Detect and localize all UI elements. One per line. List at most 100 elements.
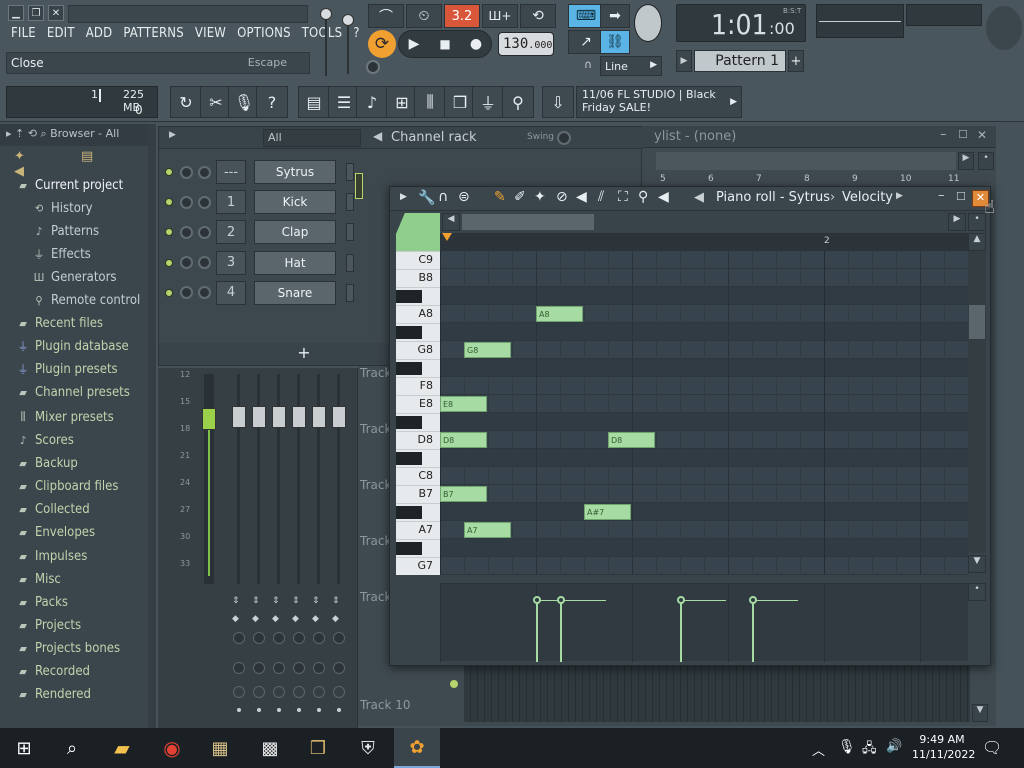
- channel-volume-knob[interactable]: [198, 256, 211, 270]
- playback-tool-icon[interactable]: ◀: [658, 189, 669, 205]
- channel-volume-knob[interactable]: [198, 165, 211, 179]
- note-block[interactable]: A7: [464, 522, 511, 538]
- channel-name-button[interactable]: Sytrus: [254, 160, 336, 184]
- calculator-icon[interactable]: ▩: [250, 728, 290, 768]
- mixer-fader[interactable]: [292, 406, 306, 428]
- channel-row[interactable]: 3 Hat: [165, 250, 354, 276]
- playlist-close-icon[interactable]: ✕: [977, 128, 987, 142]
- windows-start-icon[interactable]: ⊞: [4, 728, 44, 768]
- browser-item[interactable]: ▰ Impulses: [0, 545, 156, 567]
- browser-nav-icon[interactable]: ▸ ⇡ ⟲ ⌕: [6, 127, 50, 140]
- channel-volume-knob[interactable]: [198, 286, 211, 300]
- channel-select-button[interactable]: [346, 223, 354, 242]
- piano-keyboard[interactable]: C9 B8 A8 G8 F8 E8 D8 C8 B7 A7 G7: [396, 251, 440, 575]
- mixer-link-icon[interactable]: ◆: [312, 614, 326, 624]
- channel-select-button[interactable]: [346, 283, 354, 302]
- minimize-icon[interactable]: ▁: [8, 5, 24, 21]
- mixer-pan-knob[interactable]: [253, 632, 265, 644]
- channel-mixer-track[interactable]: ---: [216, 160, 246, 184]
- browser-item[interactable]: ⫼ Mixer presets: [0, 406, 156, 428]
- playlist-zoom-icon[interactable]: •: [978, 152, 994, 170]
- mixer-pan-knob[interactable]: [313, 632, 325, 644]
- track-label[interactable]: Track: [360, 534, 391, 548]
- channel-row[interactable]: 4 Snare: [165, 280, 354, 306]
- browser-item[interactable]: ▰ Recent files: [0, 312, 156, 334]
- stop-icon[interactable]: ■: [431, 31, 459, 57]
- channel-name-button[interactable]: Clap: [254, 220, 336, 245]
- restore-icon[interactable]: ❐: [28, 5, 44, 21]
- channel-select-button[interactable]: [346, 253, 354, 272]
- piano-roll-minimize-icon[interactable]: –: [938, 188, 945, 203]
- channel-led-icon[interactable]: [165, 198, 173, 207]
- pencil-tool-icon[interactable]: ✎: [494, 189, 506, 205]
- play-icon[interactable]: ▶: [400, 31, 428, 57]
- channel-row[interactable]: --- Sytrus: [165, 159, 354, 185]
- movie-maker-icon[interactable]: ▦: [200, 728, 240, 768]
- mixer-rec-icon[interactable]: [313, 686, 325, 698]
- browser-item[interactable]: ⟲ History: [0, 197, 156, 219]
- mixer-rec-icon[interactable]: [273, 686, 285, 698]
- channel-mixer-track[interactable]: 4: [216, 280, 246, 305]
- piano-scroll-right-icon[interactable]: ▶: [948, 213, 966, 231]
- piano-scroll-left-icon[interactable]: ◀: [442, 213, 460, 231]
- browser-item[interactable]: ⏚ Effects: [0, 243, 156, 265]
- mixer-swap-icon[interactable]: ⇕: [232, 596, 246, 606]
- velocity-lane[interactable]: [440, 583, 968, 662]
- song-time-display[interactable]: 1:01 :00 B:S:T: [676, 4, 806, 42]
- target-dropdown-icon[interactable]: ▶: [896, 191, 903, 201]
- track-label[interactable]: Track: [360, 590, 391, 604]
- channel-select-button[interactable]: [346, 163, 354, 181]
- playhead-marker-icon[interactable]: [442, 233, 452, 241]
- stamp-icon[interactable]: ⊜: [458, 189, 470, 205]
- close-icon[interactable]: ✕: [48, 5, 64, 21]
- menu-file[interactable]: FILE: [6, 26, 42, 46]
- mixer-fx-knob[interactable]: [293, 662, 305, 674]
- mixer-fx-knob[interactable]: [253, 662, 265, 674]
- draw-tool-icon[interactable]: ↗: [568, 30, 604, 54]
- browser-scrollbar[interactable]: [148, 124, 156, 728]
- loop-record-icon[interactable]: ⟲: [520, 4, 556, 28]
- velocity-bar[interactable]: [680, 600, 682, 662]
- mixer-link-icon[interactable]: ◆: [272, 614, 286, 624]
- download-icon[interactable]: ⇩: [542, 86, 574, 118]
- menu-patterns[interactable]: PATTERNS: [118, 26, 190, 46]
- piano-black-key[interactable]: [396, 542, 422, 555]
- pattern-selector[interactable]: Pattern 1: [694, 50, 786, 72]
- mixer-fader[interactable]: [252, 406, 266, 428]
- piano-black-key[interactable]: [396, 416, 422, 429]
- search-icon[interactable]: ⌕: [52, 728, 92, 768]
- mixer-link-icon[interactable]: ◆: [232, 614, 246, 624]
- mixer-pan-knob[interactable]: [233, 632, 245, 644]
- channel-led-icon[interactable]: [165, 168, 173, 176]
- mixer-fx-knob[interactable]: [273, 662, 285, 674]
- countdown-button[interactable]: 3.2: [444, 4, 480, 28]
- piano-black-key[interactable]: [396, 290, 422, 303]
- track-label[interactable]: Track: [360, 422, 391, 436]
- notifications-icon[interactable]: 🗨: [982, 738, 1002, 757]
- network-icon[interactable]: 🖧: [862, 739, 877, 761]
- track-label[interactable]: Track: [360, 478, 391, 492]
- news-panel[interactable]: 11/06 FL STUDIO | Black Friday SALE! ▶: [576, 86, 742, 118]
- mixer-rec-icon[interactable]: [293, 686, 305, 698]
- channel-mixer-track[interactable]: 1: [216, 190, 246, 215]
- velocity-bar[interactable]: [536, 600, 538, 662]
- swing-knob[interactable]: [557, 131, 571, 145]
- fl-studio-taskbar-icon[interactable]: ✿: [394, 728, 440, 768]
- piano-zoom-icon[interactable]: •: [968, 213, 986, 231]
- select-tool-icon[interactable]: ⛶: [618, 189, 628, 205]
- mixer-link-icon[interactable]: ◆: [292, 614, 306, 624]
- playlist-scroll-down-icon[interactable]: ▼: [972, 704, 988, 722]
- channel-row[interactable]: 2 Clap: [165, 219, 354, 245]
- pattern-prev-icon[interactable]: ▶: [676, 50, 692, 72]
- piano-black-key[interactable]: [396, 506, 422, 519]
- tray-chevron-icon[interactable]: ︿: [812, 740, 825, 759]
- channel-name-button[interactable]: Hat: [254, 250, 336, 275]
- piano-roll-target[interactable]: Velocity: [842, 190, 893, 205]
- note-block[interactable]: E8: [440, 396, 487, 412]
- channel-rack-menu-icon[interactable]: ▶: [169, 130, 176, 140]
- mixer-swap-icon[interactable]: ⇕: [252, 596, 266, 606]
- volume-icon[interactable]: 🔊: [886, 739, 902, 754]
- browser-item[interactable]: ⚲ Remote control: [0, 289, 156, 311]
- menu-view[interactable]: VIEW: [190, 26, 232, 46]
- metronome-knob[interactable]: [634, 4, 662, 42]
